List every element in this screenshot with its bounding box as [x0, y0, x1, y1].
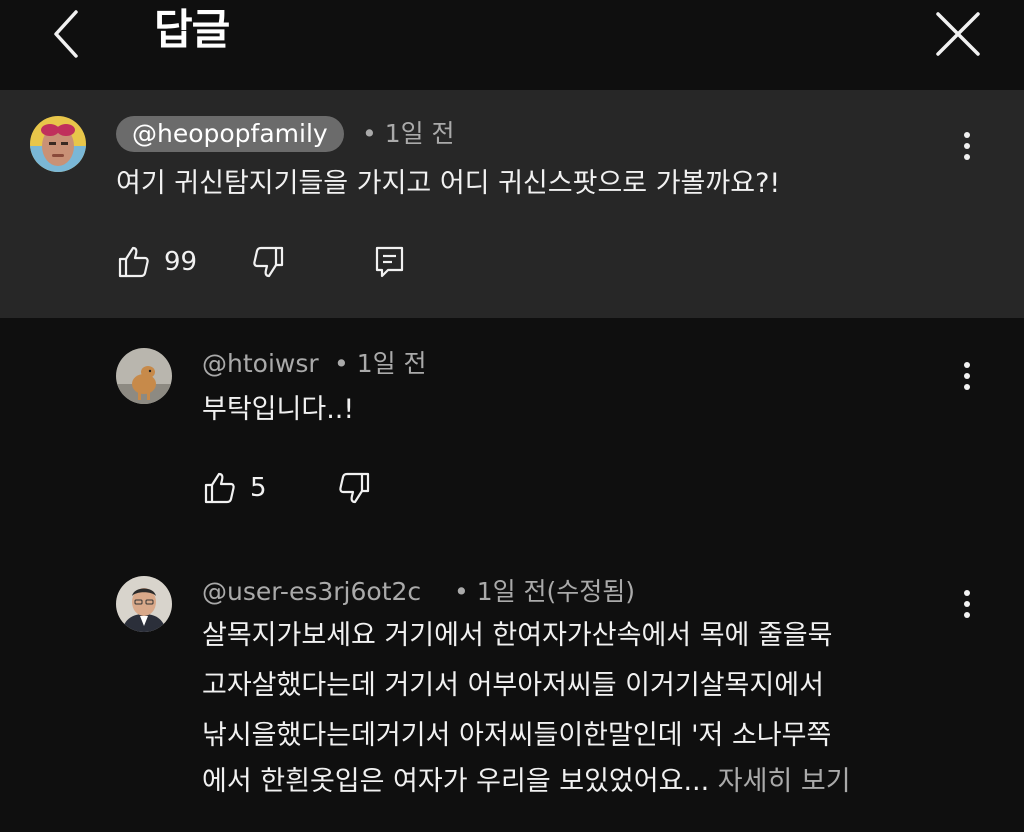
more-vertical-icon-dot — [964, 384, 970, 390]
more-vertical-icon — [964, 590, 970, 596]
avatar[interactable] — [30, 116, 86, 172]
more-vertical-icon — [964, 362, 970, 368]
parent-comment: @heopopfamily • 1일 전 여기 귀신탐지기들을 가지고 어디 귀… — [0, 90, 1024, 318]
avatar[interactable] — [116, 576, 172, 632]
reply-button[interactable] — [372, 244, 408, 280]
comment-timestamp: • 1일 전 — [362, 119, 455, 148]
reply-text-line: 고자살했다는데 거기서 어부아저씨들 이거기살목지에서 — [202, 670, 824, 701]
reply-text-line: 살목지가보세요 거기에서 한여자가산속에서 목에 줄을묵 — [202, 620, 833, 651]
dislike-button[interactable] — [250, 244, 286, 280]
reply-timestamp: • 1일 전(수정됨) — [454, 577, 636, 606]
chevron-left-icon — [54, 10, 78, 58]
more-vertical-icon-dot — [964, 601, 970, 607]
avatar-image — [116, 576, 172, 632]
reply-text-line: 에서 한흰옷입은 여자가 우리을 보있었어요... 자세히 보기 — [202, 760, 851, 804]
reply-text-last: 에서 한흰옷입은 여자가 우리을 보있었어요... — [202, 766, 710, 797]
dislike-button[interactable] — [336, 470, 372, 506]
avatar-image — [116, 348, 172, 404]
avatar[interactable] — [116, 348, 172, 404]
comment-menu-button[interactable] — [952, 126, 982, 166]
reply-timestamp: • 1일 전 — [334, 349, 427, 378]
like-count: 5 — [250, 473, 267, 503]
reply-text: 부탁입니다..! — [202, 394, 355, 425]
thumbs-down-icon — [253, 246, 284, 278]
reply-author-handle[interactable]: @user-es3rj6ot2c — [202, 574, 421, 610]
more-vertical-icon-dot — [964, 373, 970, 379]
more-vertical-icon-dot — [964, 154, 970, 160]
more-vertical-icon — [964, 132, 970, 138]
more-vertical-icon-dot — [964, 612, 970, 618]
back-button[interactable] — [40, 4, 96, 60]
reply-menu-button[interactable] — [952, 584, 982, 624]
comment-icon — [375, 246, 404, 278]
close-button[interactable] — [930, 4, 986, 60]
reply-text-line: 낚시을했다는데거기서 아저씨들이한말인데 '저 소나무쪽 — [202, 720, 832, 751]
avatar-image — [30, 116, 86, 172]
reply-menu-button[interactable] — [952, 356, 982, 396]
more-vertical-icon-dot — [964, 143, 970, 149]
thumbs-down-icon — [339, 472, 370, 504]
like-button[interactable] — [202, 470, 238, 506]
read-more-link[interactable]: 자세히 보기 — [718, 766, 851, 797]
thumbs-up-icon — [204, 472, 235, 504]
thumbs-up-icon — [118, 246, 149, 278]
like-count: 99 — [164, 247, 198, 277]
comment-text: 여기 귀신탐지기들을 가지고 어디 귀신스팟으로 가볼까요?! — [116, 168, 781, 199]
close-icon — [936, 12, 980, 56]
like-button[interactable] — [116, 244, 152, 280]
page-title: 답글 — [154, 5, 230, 54]
reply-author-handle[interactable]: @htoiwsr — [202, 346, 319, 382]
comment-author-handle[interactable]: @heopopfamily — [116, 116, 344, 152]
header-bar: 답글 — [0, 0, 1024, 90]
